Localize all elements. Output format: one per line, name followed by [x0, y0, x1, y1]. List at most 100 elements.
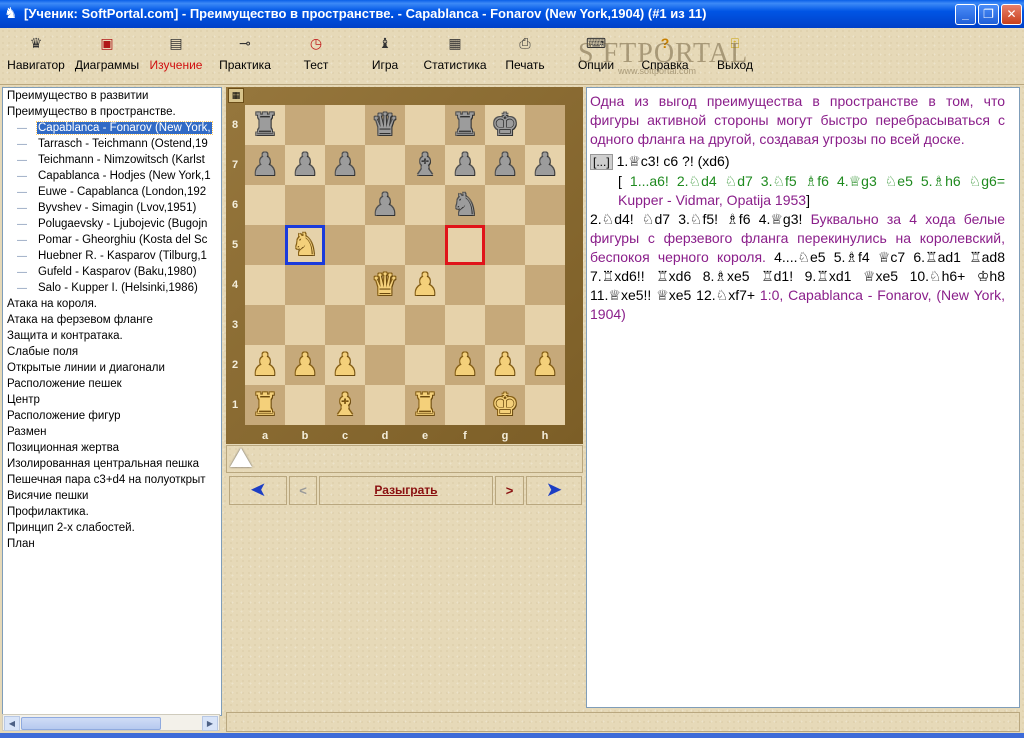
black-pawn-icon[interactable]: ♟ [491, 145, 519, 185]
square-a3[interactable] [245, 305, 285, 345]
square-a4[interactable] [245, 265, 285, 305]
toolbar-print-button[interactable]: ⎙ Печать [503, 34, 547, 72]
square-e1[interactable]: ♜ [405, 385, 445, 425]
white-pawn-icon[interactable]: ♟ [411, 265, 439, 305]
square-e2[interactable] [405, 345, 445, 385]
scroll-left-icon[interactable]: ◀ [4, 716, 20, 731]
square-h5[interactable] [525, 225, 565, 265]
tree-horizontal-scrollbar[interactable]: ◀ ▶ [2, 714, 220, 731]
square-b5[interactable]: ♞ [285, 225, 325, 265]
tree-topic-item[interactable]: Висячие пешки [3, 488, 221, 504]
tree-topic-item[interactable]: Преимущество в развитии [3, 88, 221, 104]
square-c1[interactable]: ♝ [325, 385, 365, 425]
square-c3[interactable] [325, 305, 365, 345]
tree-game-item[interactable]: — Byvshev - Simagin (Lvov,1951) [3, 200, 221, 216]
next-move-button[interactable]: > [495, 476, 524, 505]
tree-topic-item[interactable]: Атака на короля. [3, 296, 221, 312]
square-h7[interactable]: ♟ [525, 145, 565, 185]
white-rook-icon[interactable]: ♜ [411, 385, 439, 425]
square-d1[interactable] [365, 385, 405, 425]
square-f4[interactable] [445, 265, 485, 305]
black-pawn-icon[interactable]: ♟ [371, 185, 399, 225]
square-e5[interactable] [405, 225, 445, 265]
square-c2[interactable]: ♟ [325, 345, 365, 385]
square-g6[interactable] [485, 185, 525, 225]
toolbar-practice-button[interactable]: ⊸ Практика [216, 34, 274, 72]
square-b8[interactable] [285, 105, 325, 145]
white-queen-icon[interactable]: ♛ [371, 265, 399, 305]
black-queen-icon[interactable]: ♛ [371, 105, 399, 145]
square-e8[interactable] [405, 105, 445, 145]
scroll-right-icon[interactable]: ▶ [202, 716, 218, 731]
square-a5[interactable] [245, 225, 285, 265]
lesson-tree[interactable]: Преимущество в развитии Преимущество в пр… [2, 87, 222, 716]
square-b4[interactable] [285, 265, 325, 305]
tree-game-item[interactable]: — Gufeld - Kasparov (Baku,1980) [3, 264, 221, 280]
square-c4[interactable] [325, 265, 365, 305]
tree-game-item[interactable]: — Huebner R. - Kasparov (Tilburg,1 [3, 248, 221, 264]
square-d5[interactable] [365, 225, 405, 265]
tree-game-item[interactable]: — Tarrasch - Teichmann (Ostend,19 [3, 136, 221, 152]
tree-topic-item[interactable]: Расположение фигур [3, 408, 221, 424]
black-pawn-icon[interactable]: ♟ [291, 145, 319, 185]
tree-topic-item[interactable]: Слабые поля [3, 344, 221, 360]
square-g4[interactable] [485, 265, 525, 305]
tree-topic-item[interactable]: Принцип 2-х слабостей. [3, 520, 221, 536]
square-b1[interactable] [285, 385, 325, 425]
square-h8[interactable] [525, 105, 565, 145]
black-rook-icon[interactable]: ♜ [451, 105, 479, 145]
toolbar-game-button[interactable]: ♝ Игра [368, 34, 402, 72]
square-a6[interactable] [245, 185, 285, 225]
tree-topic-item[interactable]: Пешечная пара c3+d4 на полуоткрыт [3, 472, 221, 488]
maximize-button[interactable]: ❐ [978, 4, 999, 25]
tree-topic-item[interactable]: План [3, 536, 221, 552]
square-f6[interactable]: ♞ [445, 185, 485, 225]
square-a1[interactable]: ♜ [245, 385, 285, 425]
tree-game-item[interactable]: — Polugaevsky - Ljubojevic (Bugojn [3, 216, 221, 232]
square-f5[interactable] [445, 225, 485, 265]
square-c5[interactable] [325, 225, 365, 265]
square-c8[interactable] [325, 105, 365, 145]
annotation-panel[interactable]: Одна из выгод преимущества в пространств… [586, 87, 1020, 708]
square-g7[interactable]: ♟ [485, 145, 525, 185]
white-bishop-icon[interactable]: ♝ [331, 385, 359, 425]
tree-topic-item[interactable]: Защита и контратака. [3, 328, 221, 344]
square-g5[interactable] [485, 225, 525, 265]
square-f2[interactable]: ♟ [445, 345, 485, 385]
square-b3[interactable] [285, 305, 325, 345]
black-pawn-icon[interactable]: ♟ [251, 145, 279, 185]
play-button[interactable]: Разыграть [319, 476, 493, 505]
black-knight-icon[interactable]: ♞ [451, 185, 479, 225]
white-pawn-icon[interactable]: ♟ [251, 345, 279, 385]
square-h6[interactable] [525, 185, 565, 225]
square-a2[interactable]: ♟ [245, 345, 285, 385]
square-d2[interactable] [365, 345, 405, 385]
tree-game-item[interactable]: — Capablanca - Fonarov (New York, [3, 120, 221, 136]
square-e3[interactable] [405, 305, 445, 345]
square-d3[interactable] [365, 305, 405, 345]
square-g2[interactable]: ♟ [485, 345, 525, 385]
square-d6[interactable]: ♟ [365, 185, 405, 225]
square-a8[interactable]: ♜ [245, 105, 285, 145]
square-d4[interactable]: ♛ [365, 265, 405, 305]
toolbar-diagrams-button[interactable]: ▣ Диаграммы [72, 34, 142, 72]
close-button[interactable]: ✕ [1001, 4, 1022, 25]
first-move-button[interactable]: ➤ [229, 476, 287, 505]
tree-topic-item[interactable]: Центр [3, 392, 221, 408]
white-pawn-icon[interactable]: ♟ [331, 345, 359, 385]
minimize-button[interactable]: _ [955, 4, 976, 25]
tree-topic-item[interactable]: Профилактика. [3, 504, 221, 520]
white-pawn-icon[interactable]: ♟ [451, 345, 479, 385]
tree-game-item[interactable]: — Teichmann - Nimzowitsch (Karlst [3, 152, 221, 168]
tree-game-item[interactable]: — Salo - Kupper I. (Helsinki,1986) [3, 280, 221, 296]
square-f3[interactable] [445, 305, 485, 345]
tree-topic-item[interactable]: Расположение пешек [3, 376, 221, 392]
tree-topic-item[interactable]: Позиционная жертва [3, 440, 221, 456]
white-king-icon[interactable]: ♚ [491, 385, 519, 425]
white-knight-icon[interactable]: ♞ [291, 225, 319, 265]
square-a7[interactable]: ♟ [245, 145, 285, 185]
tree-topic-item[interactable]: Атака на ферзевом фланге [3, 312, 221, 328]
square-d7[interactable] [365, 145, 405, 185]
chess-board[interactable]: ♜ ♛ ♜ ♚ ♟ ♟ ♟ ♝ ♟ ♟ ♟ ♟ ♞ ♞ ♛ ♟ ♟ ♟ ♟ ♟ ♟ ♟ ♜ ♝ ♜ ♚ [245, 105, 565, 425]
prev-move-button[interactable]: < [289, 476, 317, 505]
